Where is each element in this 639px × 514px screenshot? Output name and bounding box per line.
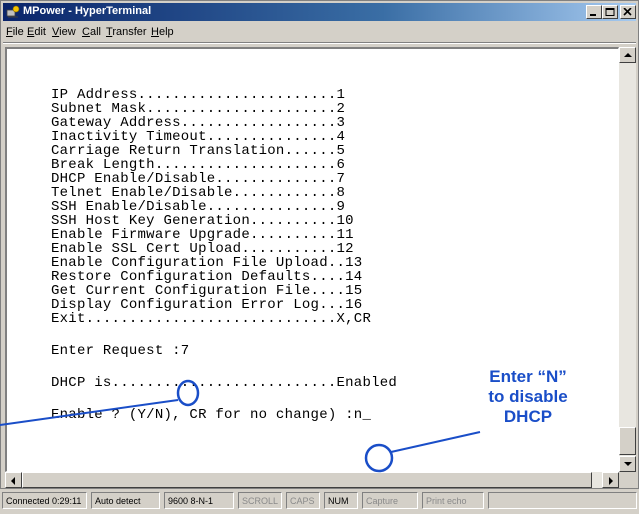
- vertical-scroll-thumb[interactable]: [619, 427, 636, 455]
- hyperterminal-app-icon: [6, 5, 20, 18]
- enter-request-prompt: Enter Request :7: [51, 343, 190, 359]
- horizontal-scrollbar[interactable]: [5, 472, 619, 488]
- status-empty-panel: [488, 492, 637, 509]
- status-print-echo-indicator: Print echo: [422, 492, 484, 509]
- close-button[interactable]: [620, 5, 636, 19]
- enable-dhcp-prompt: Enable ? (Y/N), CR for no change) :n_: [51, 407, 372, 423]
- arrow-left-icon: [11, 477, 15, 485]
- status-port-settings: 9600 8-N-1: [164, 492, 234, 509]
- menu-option-exit: Exit.............................X,CR: [51, 311, 372, 327]
- menu-help[interactable]: Help: [151, 26, 174, 38]
- vertical-scrollbar[interactable]: [619, 47, 636, 472]
- annotation-callout: Enter “N” to disable DHCP: [469, 367, 587, 427]
- maximize-icon: [605, 8, 615, 16]
- arrow-right-icon: [609, 477, 613, 485]
- menu-separator: [3, 42, 636, 44]
- status-connected-time: Connected 0:29:11: [2, 492, 87, 509]
- scroll-up-button[interactable]: [619, 47, 636, 63]
- menu-edit[interactable]: Edit: [27, 26, 46, 38]
- horizontal-scroll-thumb[interactable]: [22, 472, 592, 488]
- scroll-down-button[interactable]: [619, 456, 636, 472]
- callout-line-2: to disable: [488, 387, 568, 406]
- scroll-right-button[interactable]: [602, 472, 619, 488]
- window-title: MPower - HyperTerminal: [23, 5, 152, 17]
- scroll-left-button[interactable]: [5, 472, 22, 488]
- dhcp-status-line: DHCP is..........................Enabled: [51, 375, 398, 391]
- arrow-down-icon: [624, 462, 632, 466]
- callout-line-1: Enter “N”: [489, 367, 567, 386]
- arrow-up-icon: [624, 53, 632, 57]
- status-bar: Connected 0:29:11 Auto detect 9600 8-N-1…: [0, 489, 639, 514]
- title-bar[interactable]: MPower - HyperTerminal: [3, 3, 636, 21]
- minimize-icon: [590, 14, 596, 16]
- menu-view[interactable]: View: [52, 26, 76, 38]
- menu-bar: File Edit View Call Transfer Help: [3, 23, 636, 41]
- menu-file[interactable]: File: [6, 26, 24, 38]
- status-capture-indicator: Capture: [362, 492, 418, 509]
- maximize-button[interactable]: [602, 5, 618, 19]
- status-num-indicator: NUM: [324, 492, 358, 509]
- callout-line-3: DHCP: [503, 407, 553, 426]
- status-scroll-indicator: SCROLL: [238, 492, 282, 509]
- close-icon: [623, 8, 632, 16]
- menu-transfer[interactable]: Transfer: [106, 26, 147, 38]
- status-auto-detect: Auto detect: [91, 492, 160, 509]
- menu-call[interactable]: Call: [82, 26, 101, 38]
- status-caps-indicator: CAPS: [286, 492, 320, 509]
- minimize-button[interactable]: [586, 5, 602, 19]
